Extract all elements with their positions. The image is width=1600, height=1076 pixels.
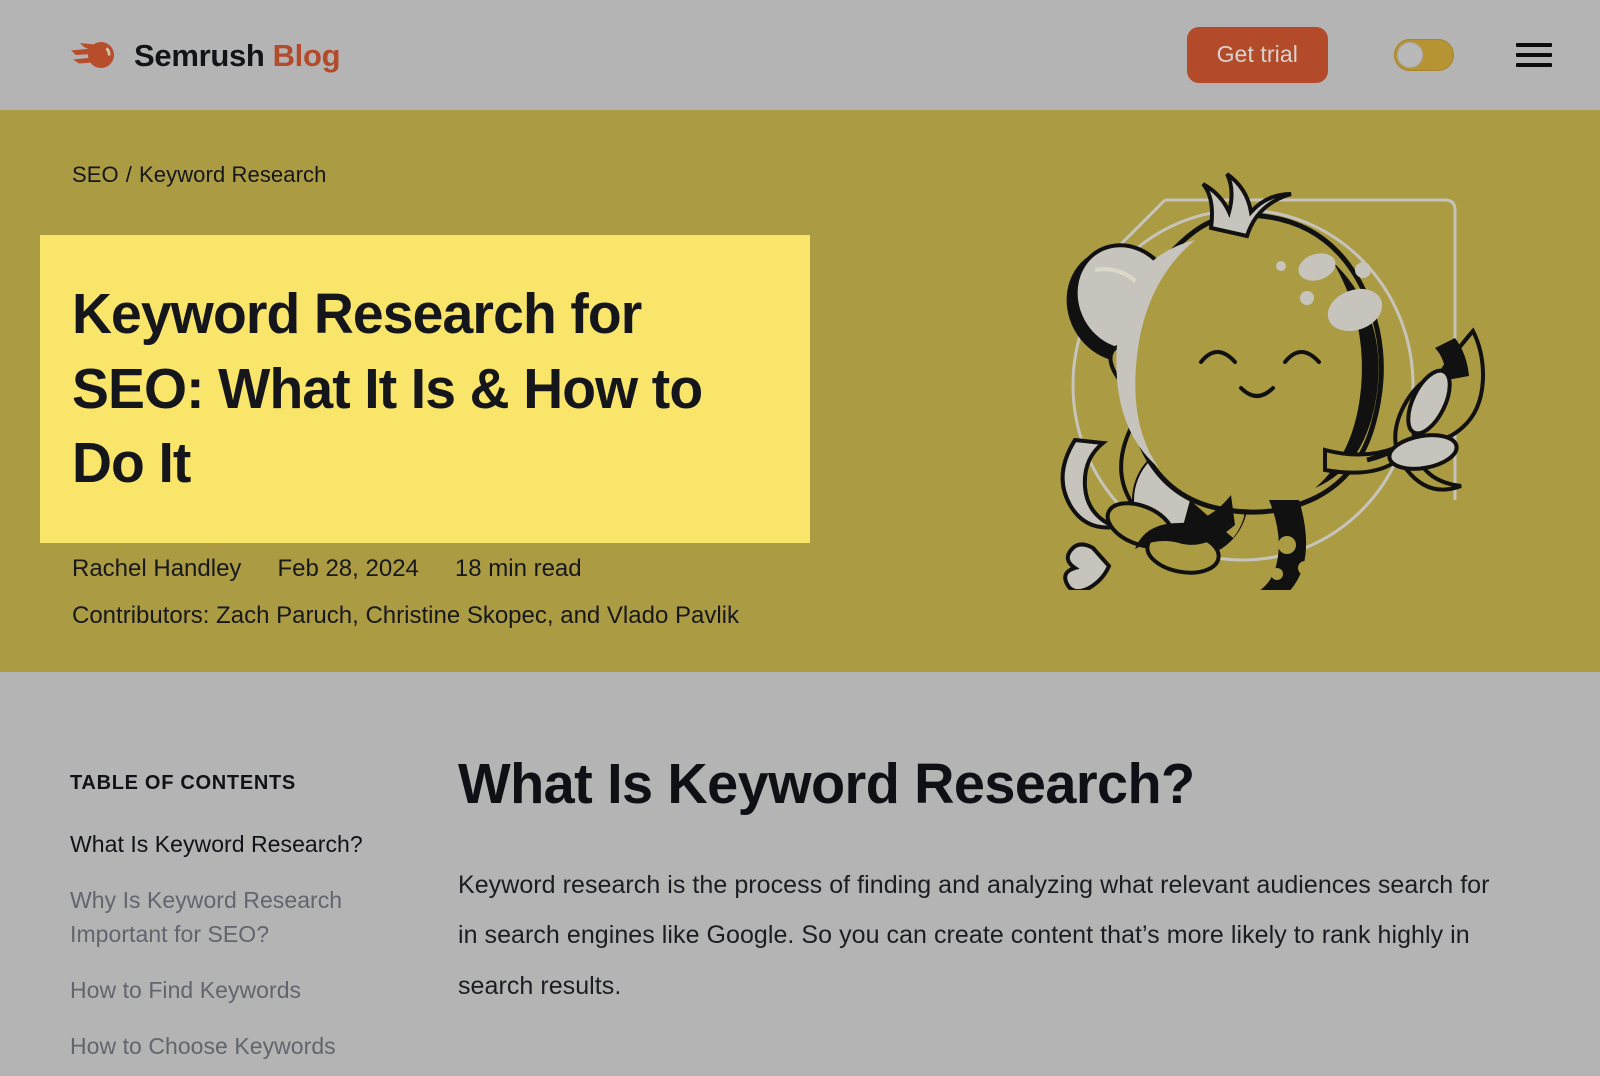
byline-read-time: 18 min read [454, 555, 582, 582]
hamburger-line [1516, 43, 1552, 47]
hamburger-line [1516, 53, 1552, 57]
toc-heading: TABLE OF CONTENTS [70, 772, 296, 794]
brand-logo-link[interactable]: Semrush Blog [70, 37, 341, 73]
hero-title-block: Keyword Research for SEO: What It Is & H… [40, 235, 810, 543]
theme-toggle-switch[interactable] [1394, 39, 1454, 71]
breadcrumb-item-keyword-research[interactable]: Keyword Research [139, 162, 326, 187]
table-of-contents: TABLE OF CONTENTS What Is Keyword Resear… [70, 772, 390, 1076]
breadcrumb-separator: / [125, 162, 132, 187]
header-actions: Get trial [1186, 27, 1552, 83]
octopus-with-magnifying-glass-illustration [1015, 170, 1485, 590]
site-header: Semrush Blog Get trial [0, 0, 1600, 110]
main-content: TABLE OF CONTENTS What Is Keyword Resear… [0, 672, 1600, 1076]
toc-list: What Is Keyword Research? Why Is Keyword… [70, 827, 390, 1063]
brand-wordmark: Semrush Blog [134, 37, 341, 73]
breadcrumb-item-seo[interactable]: SEO [72, 162, 119, 187]
brand-name-blog: Blog [272, 37, 341, 73]
page-title: Keyword Research for SEO: What It Is & H… [72, 282, 703, 496]
article-byline: Rachel Handley Feb 28, 2024 18 min read Co… [72, 555, 739, 631]
section-heading: What Is Keyword Research? [458, 752, 1195, 816]
hamburger-menu-icon[interactable] [1516, 41, 1552, 69]
toc-item-what-is-keyword-research[interactable]: What Is Keyword Research? [70, 827, 390, 861]
article-body: What Is Keyword Research? Keyword resear… [458, 752, 1538, 1011]
breadcrumb: SEO / Keyword Research [72, 162, 326, 188]
byline-date: Feb 28, 2024 [277, 555, 419, 582]
byline-contributors: Contributors: Zach Paruch, Christine Sko… [72, 601, 739, 629]
hamburger-line [1516, 63, 1552, 67]
semrush-comet-logo-icon [71, 42, 114, 68]
byline-primary-row: Rachel Handley Feb 28, 2024 18 min read [72, 555, 739, 584]
octopus-illustration-svg [1060, 172, 1485, 590]
page-root: Semrush Blog Get trial SEO / Keyword Resear… [0, 0, 1600, 1076]
toc-item-how-to-find-keywords[interactable]: How to Find Keywords [70, 973, 390, 1007]
theme-toggle-knob [1397, 42, 1423, 68]
brand-name-semrush: Semrush [134, 37, 265, 73]
section-paragraph: Keyword research is the process of findi… [458, 870, 1490, 1000]
toc-item-how-to-choose-keywords[interactable]: How to Choose Keywords [70, 1029, 390, 1063]
toc-item-why-is-keyword-research-important-for-seo[interactable]: Why Is Keyword Research Important for SE… [70, 883, 390, 951]
hero-banner: SEO / Keyword Research Keyword Research fo… [0, 110, 1600, 672]
byline-author[interactable]: Rachel Handley [72, 555, 241, 582]
get-trial-button[interactable]: Get trial [1186, 27, 1328, 83]
